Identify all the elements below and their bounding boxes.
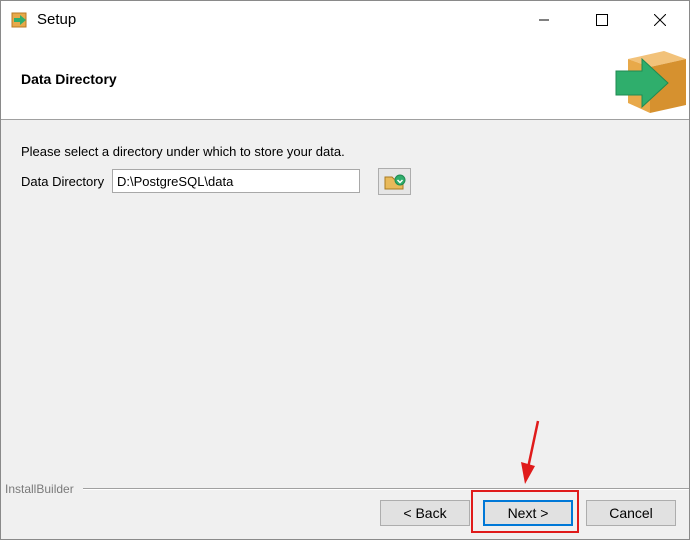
cancel-button[interactable]: Cancel bbox=[586, 500, 676, 526]
maximize-button[interactable] bbox=[573, 1, 631, 39]
annotation-arrow-icon bbox=[521, 420, 540, 484]
back-button[interactable]: < Back bbox=[380, 500, 470, 526]
installbuilder-brand: InstallBuilder bbox=[5, 482, 76, 496]
data-directory-label: Data Directory bbox=[21, 174, 105, 189]
window-title: Setup bbox=[37, 11, 77, 28]
footer-divider bbox=[83, 488, 689, 490]
folder-browse-icon bbox=[384, 174, 405, 189]
browse-button[interactable] bbox=[378, 168, 411, 195]
setup-window: Setup Data Directory Please select a dir… bbox=[0, 0, 690, 540]
maximize-icon bbox=[596, 14, 608, 26]
data-directory-input[interactable] bbox=[112, 169, 360, 193]
close-button[interactable] bbox=[631, 1, 689, 39]
installer-box-arrow-icon bbox=[615, 51, 686, 113]
title-bar: Setup bbox=[1, 1, 689, 39]
close-icon bbox=[654, 14, 666, 26]
annotation-highlight-box bbox=[471, 490, 579, 533]
setup-app-icon bbox=[11, 12, 27, 28]
wizard-header: Data Directory bbox=[1, 39, 689, 120]
minimize-button[interactable] bbox=[515, 1, 573, 39]
page-title: Data Directory bbox=[21, 71, 117, 87]
directory-prompt: Please select a directory under which to… bbox=[21, 144, 345, 159]
minimize-icon bbox=[539, 19, 549, 21]
